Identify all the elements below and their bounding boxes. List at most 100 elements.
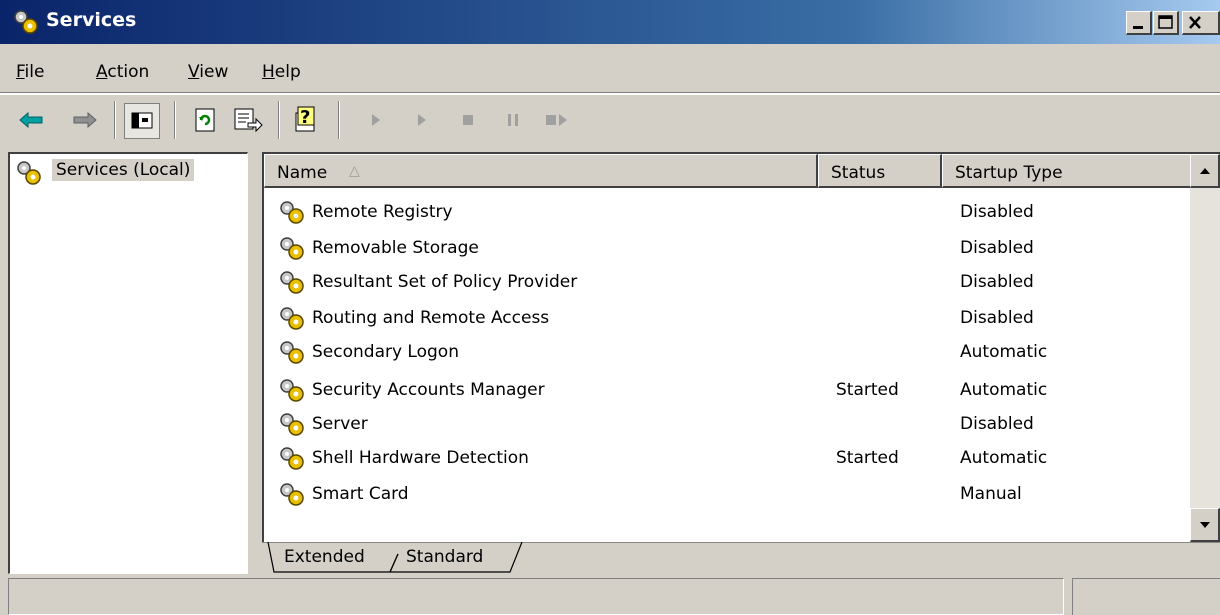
menu-file-rest: ile [24,62,45,82]
column-header-name[interactable]: Name △ [264,154,818,188]
window-title: Services [46,9,137,31]
service-gears-icon [276,376,308,406]
service-startup-type: Disabled [960,272,1034,292]
service-name: Routing and Remote Access [312,308,550,328]
close-icon [1189,16,1201,29]
table-row[interactable]: Shell Hardware Detection Started Automatic [276,444,1176,474]
scroll-up-button[interactable] [1190,154,1220,188]
service-startup-type: Automatic [960,380,1048,400]
service-gears-icon [276,444,308,474]
start-service-icon [372,114,380,126]
back-button[interactable] [14,103,48,137]
column-header-status[interactable]: Status [818,154,942,188]
column-header-startup-type-label: Startup Type [955,163,1063,183]
forward-button[interactable] [68,103,102,137]
menu-help[interactable]: Help [262,62,301,82]
column-headers: Name △ Status Startup Type [264,154,1220,188]
tab-standard-label: Standard [406,547,484,567]
table-row[interactable]: Smart Card Manual [276,480,1176,510]
service-gears-icon [276,268,308,298]
service-name: Smart Card [312,484,409,504]
service-gears-icon [276,410,308,440]
service-status: Started [836,448,899,468]
menu-action[interactable]: Action [96,62,149,82]
service-gears-icon [276,234,308,264]
column-header-startup-type[interactable]: Startup Type [942,154,1192,188]
view-tabs: Extended Standard [262,542,1220,576]
restart-service-icon [546,114,567,126]
export-list-icon [234,108,263,133]
arrow-up-icon [1200,168,1210,174]
column-header-name-label: Name [277,163,328,183]
menu-file[interactable]: File [16,62,44,82]
table-row[interactable]: Routing and Remote Access Disabled [276,304,1176,334]
service-name: Secondary Logon [312,342,459,362]
menu-bar: File Action View Help [0,52,1220,93]
tab-standard[interactable]: Standard [398,542,516,574]
service-status: Started [836,380,899,400]
tab-extended[interactable]: Extended [270,542,392,574]
scroll-down-button[interactable] [1190,508,1220,542]
service-startup-type: Manual [960,484,1022,504]
show-hide-console-tree-button[interactable] [124,103,160,139]
service-gears-icon [276,480,308,510]
table-row[interactable]: Secondary Logon Automatic [276,338,1176,368]
restart-service-button[interactable] [540,103,574,137]
tab-extended-label: Extended [284,547,365,567]
start-service-params-icon [418,114,426,126]
start-service-button[interactable] [360,103,394,137]
service-gears-icon [276,338,308,368]
start-service-params-button[interactable] [406,103,440,137]
stop-service-button[interactable] [452,103,486,137]
table-row[interactable]: Resultant Set of Policy Provider Disabled [276,268,1176,298]
show-hide-console-tree-icon [131,112,153,129]
export-list-button[interactable] [230,103,264,137]
toolbar-separator [174,101,176,139]
minimize-icon [1133,26,1143,29]
refresh-button[interactable] [188,103,222,137]
back-icon [19,111,43,129]
toolbar-separator [114,101,116,139]
arrow-down-icon [1200,522,1210,528]
service-name: Removable Storage [312,238,479,258]
console-tree[interactable]: Services (Local) [8,152,248,574]
help-icon: ? [295,106,315,132]
minimize-button[interactable] [1126,11,1152,35]
toolbar: ? [0,94,1220,145]
table-row[interactable]: Server Disabled [276,410,1176,440]
svg-text:?: ? [300,107,310,128]
status-bar-right-pane [1072,578,1220,615]
status-bar [0,578,1220,615]
vertical-scrollbar[interactable] [1190,154,1220,542]
service-gears-icon [276,304,308,334]
service-startup-type: Disabled [960,238,1034,258]
column-header-status-label: Status [831,163,886,183]
service-gears-icon [276,198,308,228]
toolbar-separator [338,101,340,139]
pause-service-button[interactable] [496,103,530,137]
maximize-button[interactable] [1153,11,1179,35]
maximize-icon [1158,15,1173,29]
table-row[interactable]: Removable Storage Disabled [276,234,1176,264]
forward-icon [73,111,97,129]
help-button[interactable]: ? [290,103,324,137]
services-gears-icon [14,10,38,34]
service-name: Security Accounts Manager [312,380,545,400]
service-name: Shell Hardware Detection [312,448,529,468]
table-row[interactable]: Security Accounts Manager Started Automati… [276,376,1176,406]
title-bar[interactable]: Services [0,0,1220,44]
status-bar-main-pane [8,578,1064,615]
services-list[interactable]: Name △ Status Startup Type Remote Regist… [262,152,1220,542]
stop-service-icon [463,115,473,125]
tree-item-services-local[interactable]: Services (Local) [52,159,195,181]
service-startup-type: Disabled [960,202,1034,222]
table-row[interactable]: Remote Registry Disabled [276,198,1176,228]
service-startup-type: Disabled [960,414,1034,434]
service-name: Server [312,414,368,434]
close-button[interactable] [1182,11,1220,35]
service-name: Remote Registry [312,202,453,222]
service-startup-type: Automatic [960,342,1048,362]
service-startup-type: Automatic [960,448,1048,468]
menu-view[interactable]: View [188,62,228,82]
toolbar-separator [278,101,280,139]
